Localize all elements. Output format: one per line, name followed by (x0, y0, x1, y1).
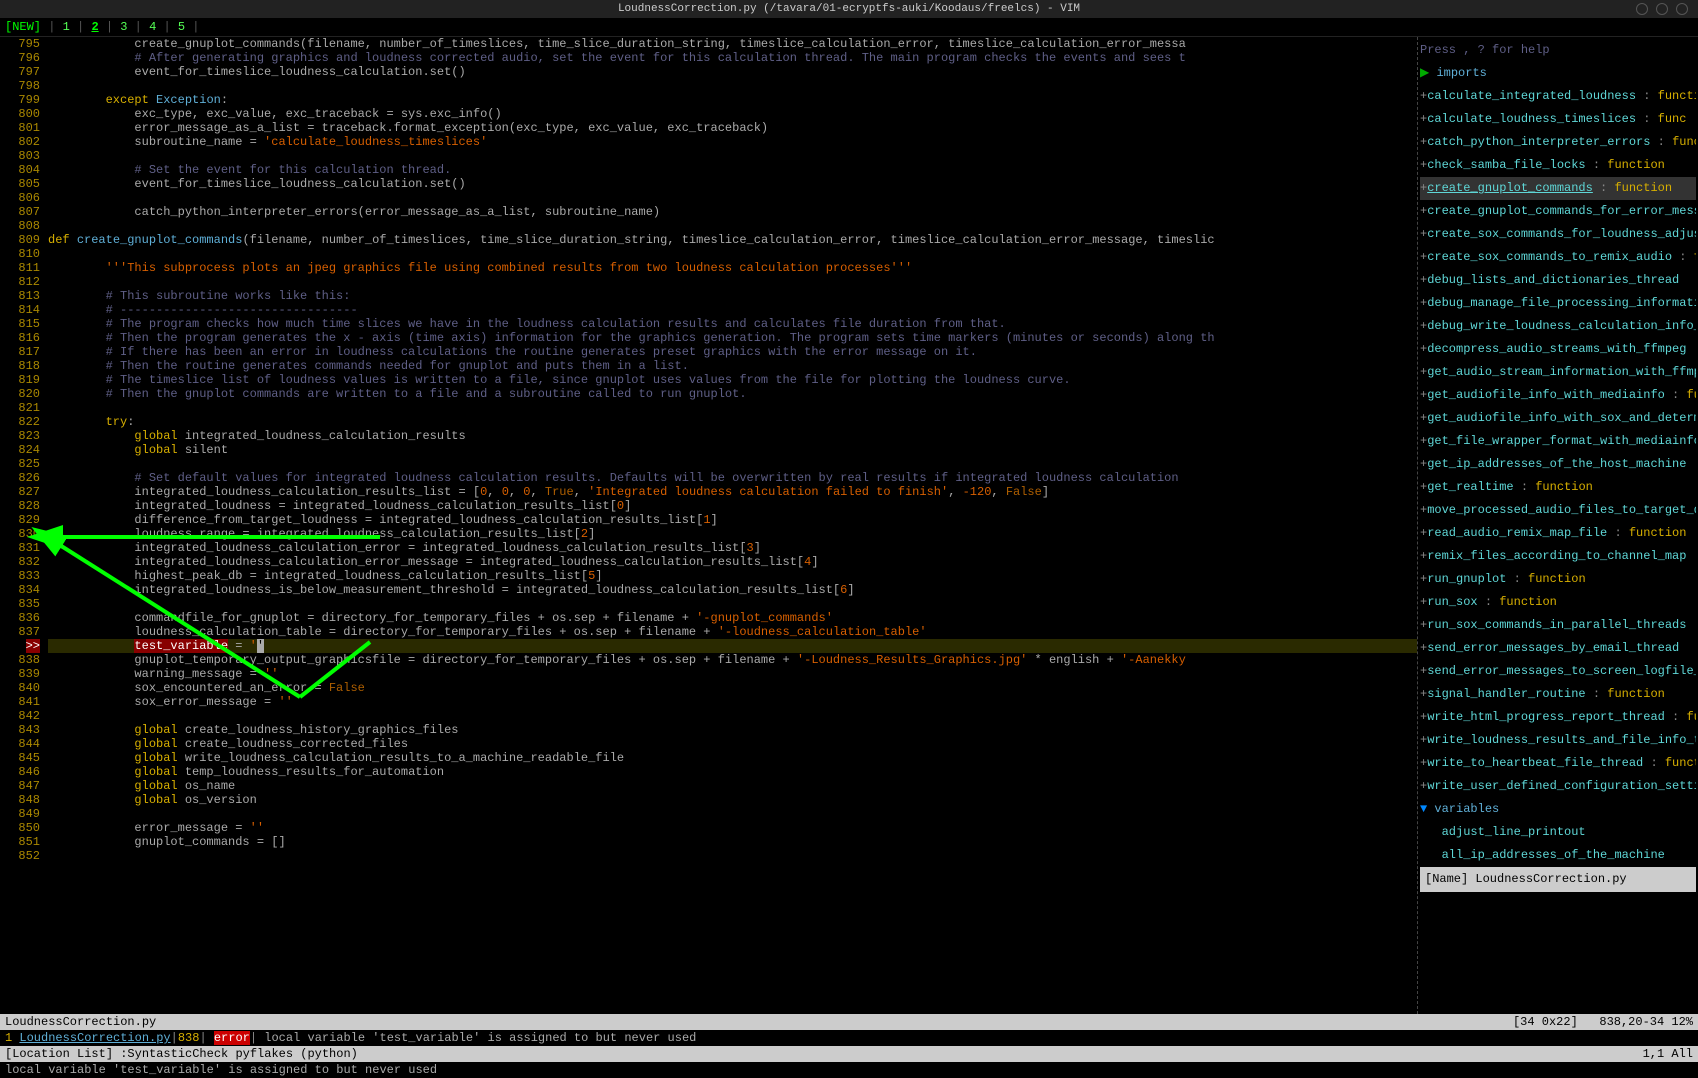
taglist-panel[interactable]: Press , ? for help▶ imports+calculate_in… (1418, 37, 1698, 1014)
window-titlebar: LoudnessCorrection.py (/tavara/01-ecrypt… (0, 0, 1698, 18)
tab-1[interactable]: 1 (63, 20, 70, 34)
code-content[interactable]: create_gnuplot_commands(filename, number… (48, 37, 1417, 849)
editor-statusbar: LoudnessCorrection.py [34 0x22] 838,20-3… (0, 1014, 1698, 1030)
window-controls[interactable] (1636, 3, 1688, 15)
line-number-gutter: 7957967977987998008018028038048058068078… (0, 37, 45, 863)
tab-bar[interactable]: [NEW] | 1 | 2 | 3 | 4 | 5 | (0, 18, 1698, 37)
loclist-statusbar: [Location List] :SyntasticCheck pyflakes… (0, 1046, 1698, 1062)
tab-4[interactable]: 4 (149, 20, 156, 34)
code-editor[interactable]: 7957967977987998008018028038048058068078… (0, 37, 1418, 1014)
maximize-icon[interactable] (1656, 3, 1668, 15)
tab-label-new: [NEW] (5, 20, 41, 34)
command-line[interactable]: local variable 'test_variable' is assign… (0, 1062, 1698, 1078)
tab-2[interactable]: 2 (91, 20, 98, 34)
location-list[interactable]: 1 LoudnessCorrection.py|838| error| loca… (0, 1030, 1698, 1046)
minimize-icon[interactable] (1636, 3, 1648, 15)
close-icon[interactable] (1676, 3, 1688, 15)
tab-5[interactable]: 5 (178, 20, 185, 34)
tab-3[interactable]: 3 (120, 20, 127, 34)
